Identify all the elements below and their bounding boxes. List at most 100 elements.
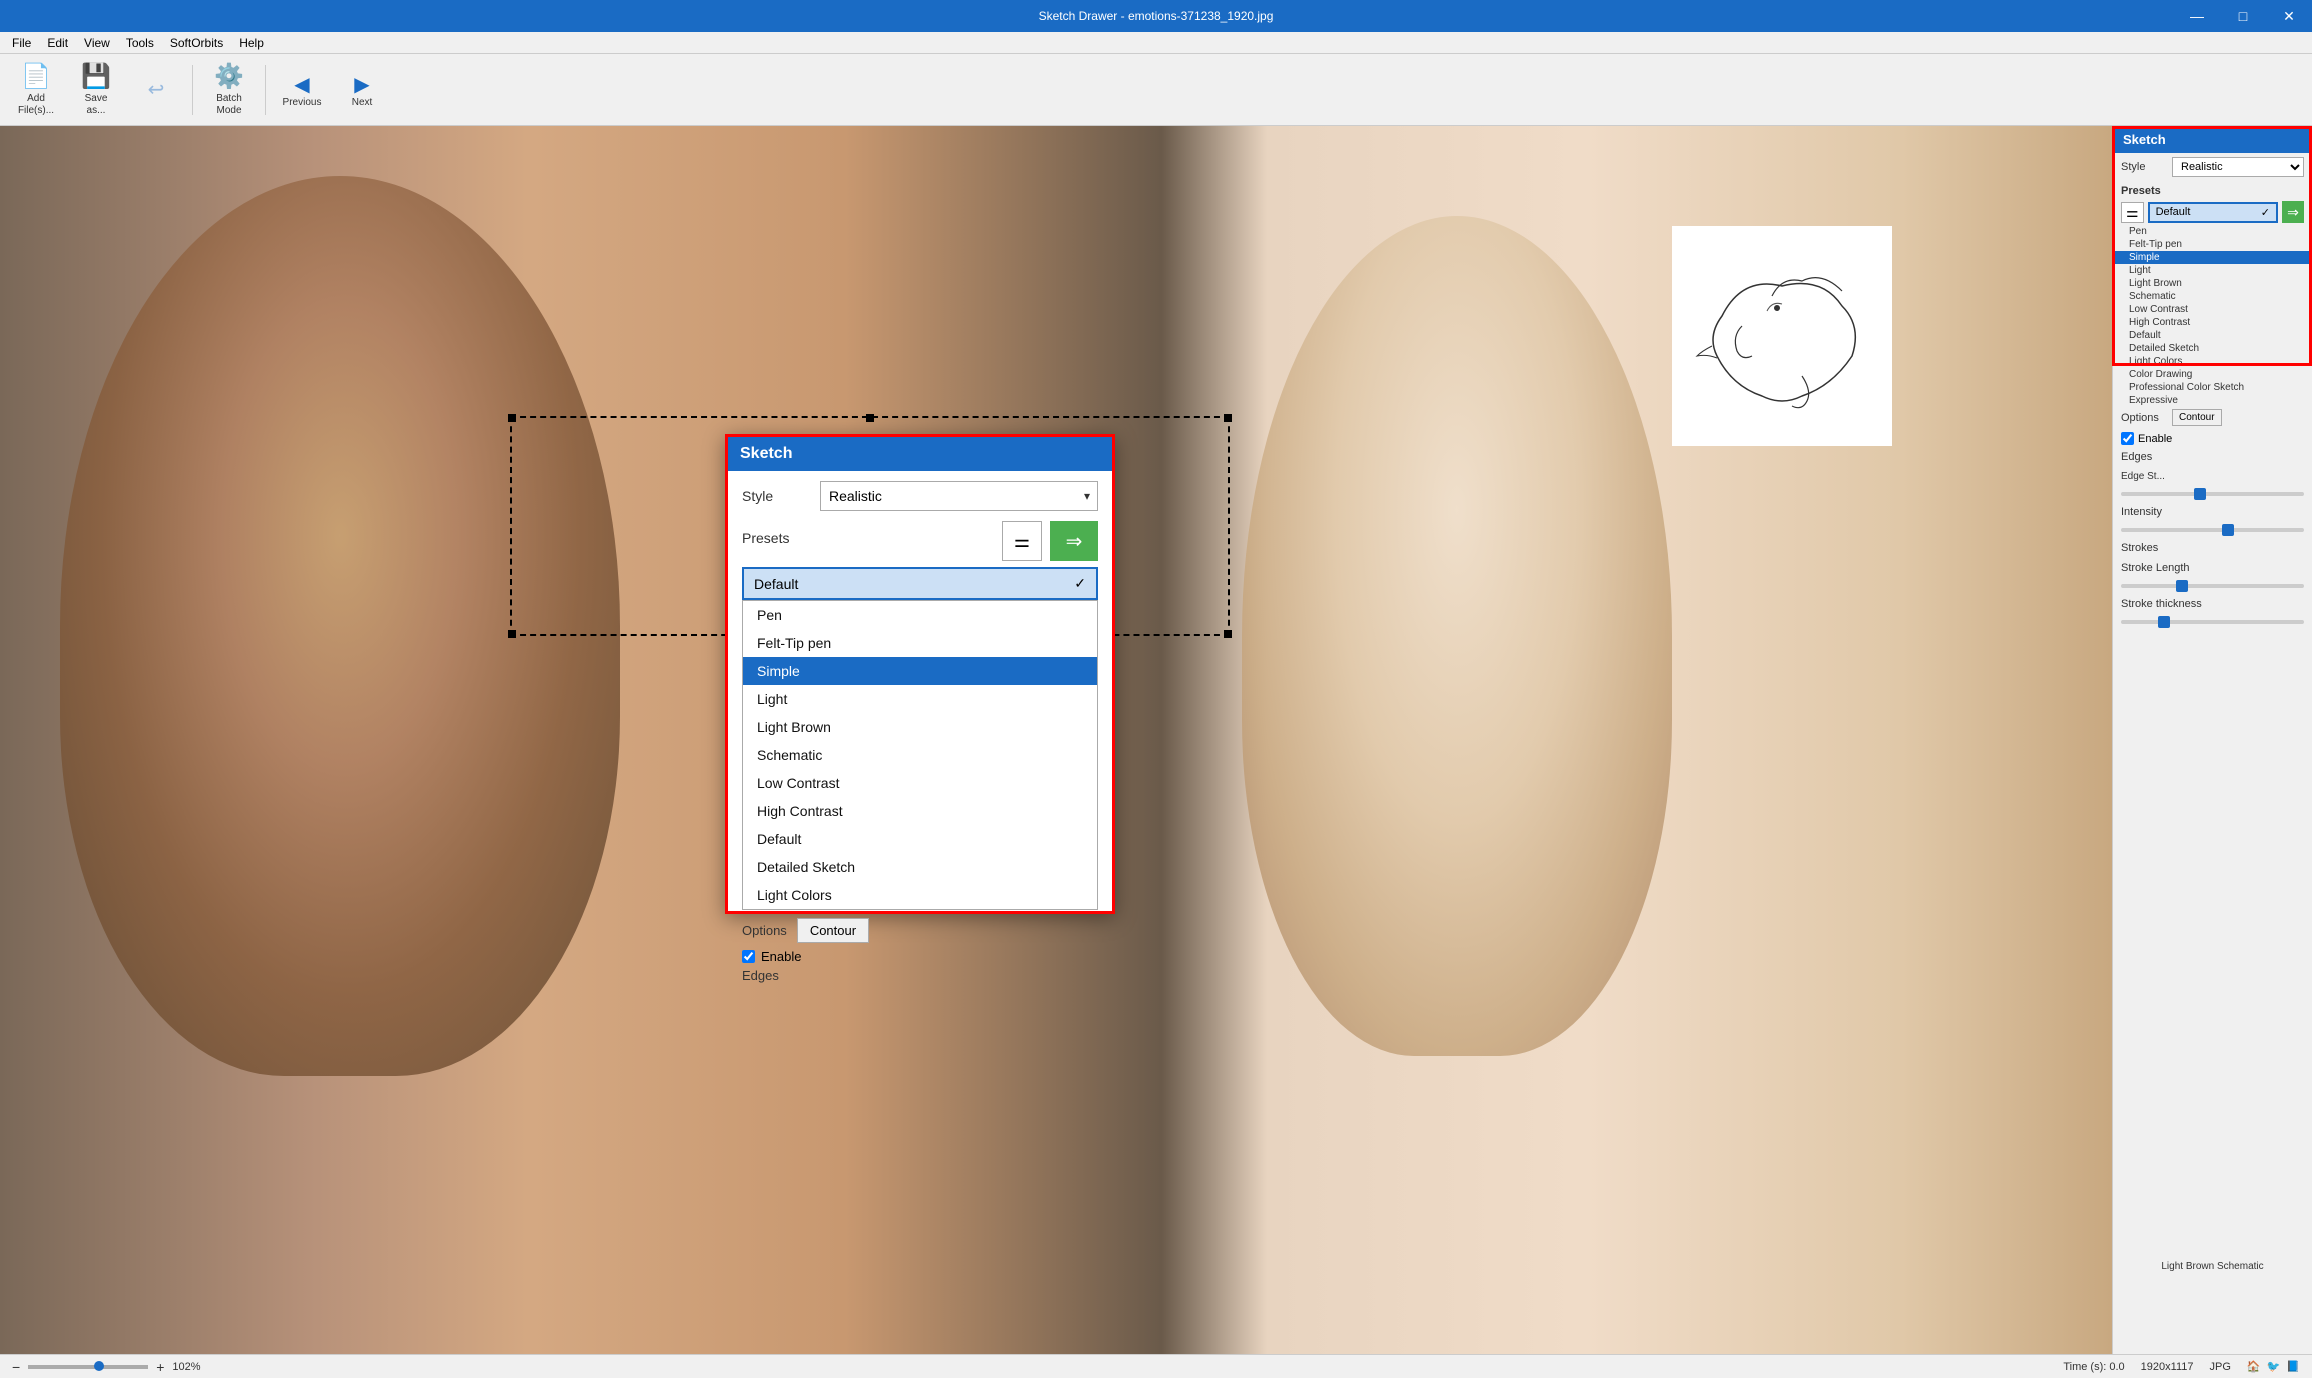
right-preset-expressive[interactable]: Expressive — [2113, 394, 2312, 405]
contour-button[interactable]: Contour — [797, 918, 869, 943]
apply-arrow-button[interactable]: ⇒ — [1050, 521, 1098, 561]
menu-view[interactable]: View — [76, 34, 118, 52]
right-preset-felt-tip-pen[interactable]: Felt-Tip pen — [2113, 238, 2312, 251]
next-label: Next — [352, 97, 373, 108]
zoom-slider[interactable] — [28, 1365, 148, 1369]
right-panel-title: Sketch — [2113, 126, 2312, 153]
right-edges-label: Edges — [2121, 451, 2166, 463]
undo-button[interactable]: ↩ — [128, 60, 184, 120]
format-display: JPG — [2209, 1361, 2230, 1373]
right-preset-list: Pen Felt-Tip pen Simple Light Light Brow… — [2113, 225, 2312, 405]
preset-default[interactable]: Default — [743, 825, 1097, 853]
handle-tl[interactable] — [508, 414, 516, 422]
close-button[interactable]: ✕ — [2266, 0, 2312, 32]
right-style-select[interactable]: Realistic — [2172, 157, 2304, 177]
menu-softorbits[interactable]: SoftOrbits — [162, 34, 231, 52]
right-preset-light[interactable]: Light — [2113, 264, 2312, 277]
preset-detailed-sketch[interactable]: Detailed Sketch — [743, 853, 1097, 881]
add-files-icon: 📄 — [21, 62, 51, 91]
right-edge-strength-thumb[interactable] — [2194, 488, 2206, 500]
right-preset-default[interactable]: Default — [2113, 329, 2312, 342]
next-icon: ▶ — [354, 72, 369, 97]
preset-schematic[interactable]: Schematic — [743, 741, 1097, 769]
right-preset-pen[interactable]: Pen — [2113, 225, 2312, 238]
twitter-icon[interactable]: 🐦 — [2267, 1360, 2281, 1373]
zoom-thumb[interactable] — [94, 1361, 104, 1371]
preset-light-colors[interactable]: Light Colors — [743, 881, 1097, 909]
options-label: Options — [742, 923, 787, 938]
enable-checkbox[interactable] — [742, 950, 755, 963]
toolbar-separator-1 — [192, 65, 193, 115]
presets-dropdown-bar[interactable]: Default ✓ — [742, 567, 1098, 600]
right-apply-button[interactable]: ⇒ — [2282, 201, 2304, 223]
handle-br[interactable] — [1224, 630, 1232, 638]
canvas-area[interactable]: Sketch Style Realistic ▾ Presets — [0, 126, 2112, 1354]
menu-file[interactable]: File — [4, 34, 39, 52]
add-files-button[interactable]: 📄 AddFile(s)... — [8, 60, 64, 120]
sketch-panel-title: Sketch — [728, 437, 1112, 471]
right-preset-professional-color-sketch[interactable]: Professional Color Sketch — [2113, 381, 2312, 394]
preset-low-contrast[interactable]: Low Contrast — [743, 769, 1097, 797]
previous-button[interactable]: ◀ Previous — [274, 60, 330, 120]
right-preset-dropdown[interactable]: Default ✓ — [2148, 202, 2278, 223]
right-strokes-row: Strokes — [2113, 538, 2312, 558]
right-style-row: Style Realistic — [2113, 153, 2312, 181]
status-right: Time (s): 0.0 1920x1117 JPG 🏠 🐦 📘 — [2063, 1360, 2300, 1373]
right-preset-check: ✓ — [2261, 206, 2270, 219]
batch-mode-button[interactable]: ⚙️ BatchMode — [201, 60, 257, 120]
right-contour-button[interactable]: Contour — [2172, 409, 2222, 426]
right-preset-light-colors[interactable]: Light Colors — [2113, 355, 2312, 368]
right-preset-low-contrast[interactable]: Low Contrast — [2113, 303, 2312, 316]
next-button[interactable]: ▶ Next — [334, 60, 390, 120]
preset-light-brown[interactable]: Light Brown — [743, 713, 1097, 741]
right-preset-detailed-sketch[interactable]: Detailed Sketch — [2113, 342, 2312, 355]
window-title: Sketch Drawer - emotions-371238_1920.jpg — [1039, 9, 1274, 23]
right-edge-strength-row: Edge St... — [2113, 467, 2312, 486]
preset-color-drawing[interactable]: Color Drawing — [743, 909, 1097, 910]
right-stroke-thickness-thumb[interactable] — [2158, 616, 2170, 628]
right-intensity-label: Intensity — [2121, 506, 2166, 518]
right-preset-schematic[interactable]: Schematic — [2113, 290, 2312, 303]
right-preset-light-brown[interactable]: Light Brown — [2113, 277, 2312, 290]
save-as-label: Saveas... — [85, 93, 108, 117]
preset-pen[interactable]: Pen — [743, 601, 1097, 629]
menu-help[interactable]: Help — [231, 34, 272, 52]
save-as-icon: 💾 — [81, 62, 111, 91]
preset-simple[interactable]: Simple — [743, 657, 1097, 685]
home-icon[interactable]: 🏠 — [2247, 1360, 2261, 1373]
preset-light[interactable]: Light — [743, 685, 1097, 713]
filter-icon-button[interactable]: ⚌ — [1002, 521, 1042, 561]
handle-tc[interactable] — [866, 414, 874, 422]
edges-label-row: Edges — [742, 968, 1098, 983]
right-intensity-row: Intensity — [2113, 502, 2312, 522]
enable-checkbox-label[interactable]: Enable — [742, 949, 1098, 964]
status-left: − + 102% — [12, 1359, 201, 1375]
handle-bl[interactable] — [508, 630, 516, 638]
right-preset-high-contrast[interactable]: High Contrast — [2113, 316, 2312, 329]
save-as-button[interactable]: 💾 Saveas... — [68, 60, 124, 120]
right-preset-color-drawing[interactable]: Color Drawing — [2113, 368, 2312, 381]
presets-dropdown-arrow: ✓ — [1074, 575, 1086, 592]
preset-felt-tip-pen[interactable]: Felt-Tip pen — [743, 629, 1097, 657]
preset-high-contrast[interactable]: High Contrast — [743, 797, 1097, 825]
maximize-button[interactable]: □ — [2220, 0, 2266, 32]
minimize-button[interactable]: — — [2174, 0, 2220, 32]
resolution-display: 1920x1117 — [2141, 1361, 2194, 1373]
style-select[interactable]: Realistic — [820, 481, 1098, 511]
right-stroke-length-slider-container — [2113, 578, 2312, 594]
right-stroke-thickness-track — [2121, 620, 2304, 624]
menu-tools[interactable]: Tools — [118, 34, 162, 52]
right-enable-checkbox[interactable] — [2121, 432, 2134, 445]
right-filter-icon[interactable]: ⚌ — [2121, 202, 2144, 223]
zoom-in-button[interactable]: + — [156, 1359, 164, 1375]
edges-row: Enable — [742, 949, 1098, 964]
previous-label: Previous — [283, 97, 322, 108]
facebook-icon[interactable]: 📘 — [2286, 1360, 2300, 1373]
right-intensity-thumb[interactable] — [2222, 524, 2234, 536]
sketch-panel-body: Style Realistic ▾ Presets ⚌ ⇒ — [728, 471, 1112, 993]
menu-edit[interactable]: Edit — [39, 34, 76, 52]
right-stroke-length-thumb[interactable] — [2176, 580, 2188, 592]
zoom-out-button[interactable]: − — [12, 1359, 20, 1375]
handle-tr[interactable] — [1224, 414, 1232, 422]
right-preset-simple[interactable]: Simple — [2113, 251, 2312, 264]
